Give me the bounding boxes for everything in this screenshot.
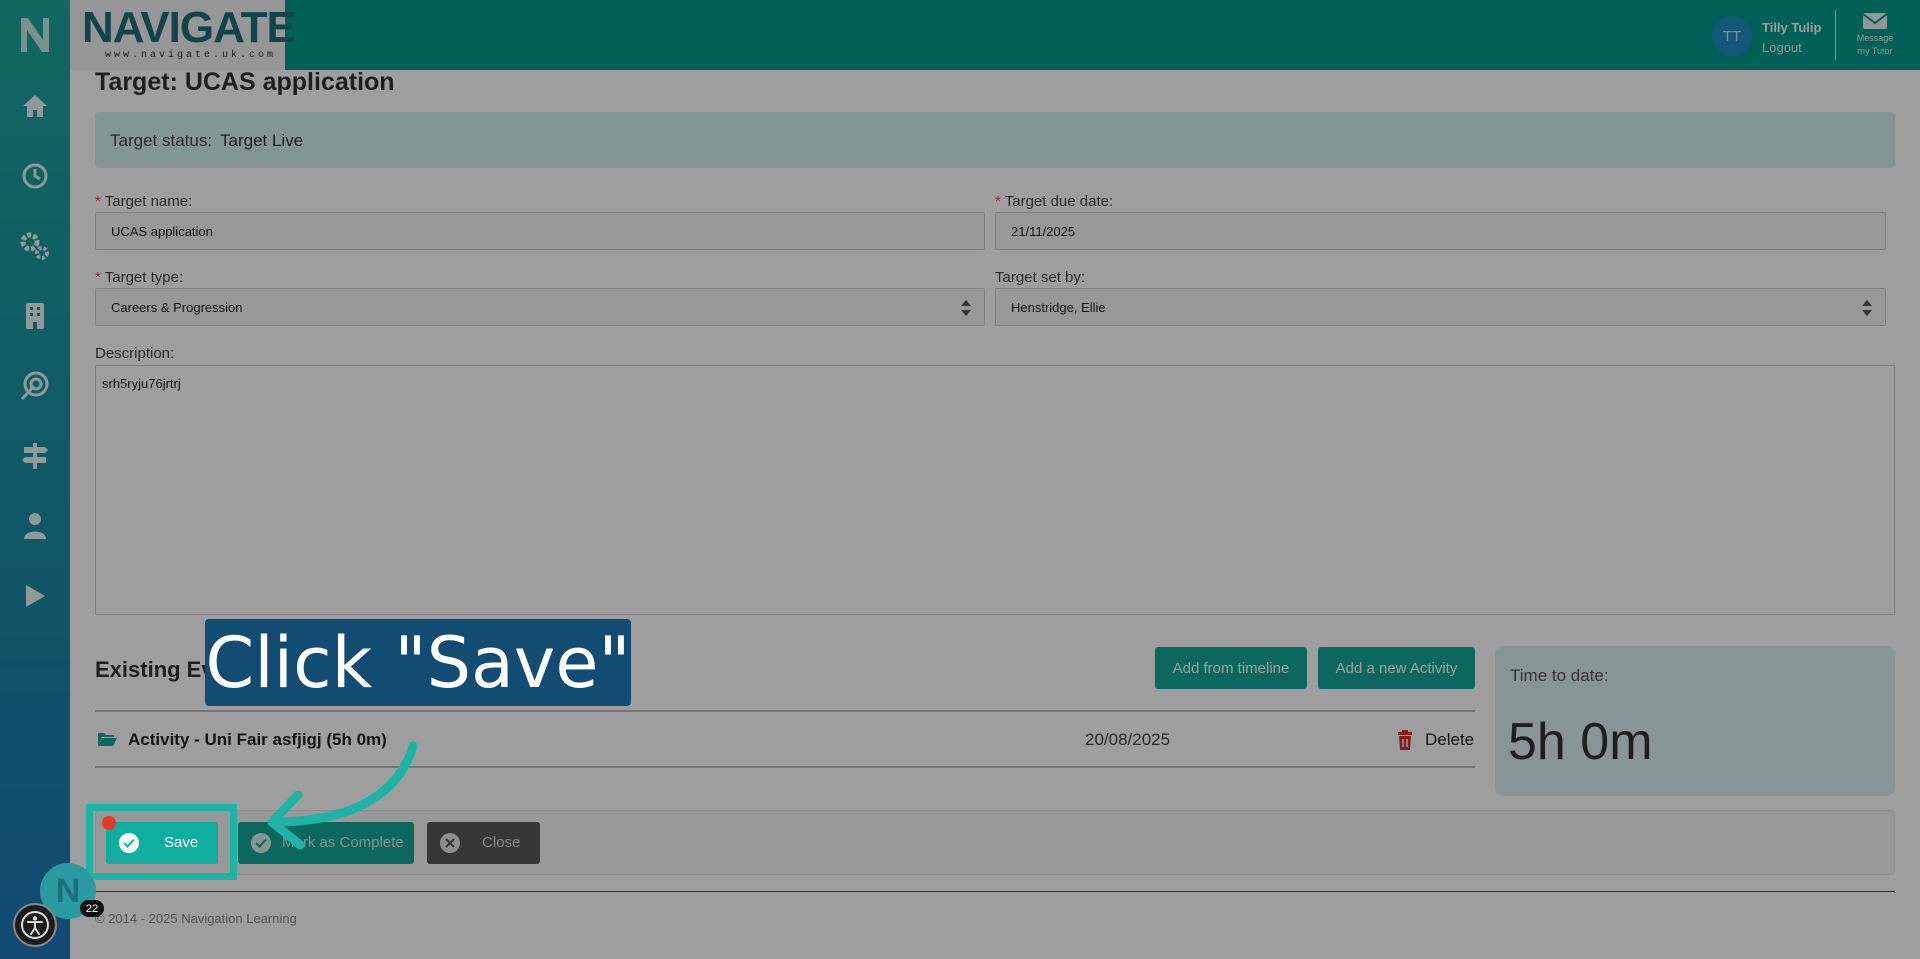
person-icon[interactable] [17,508,53,544]
description-label: Description: [95,345,175,362]
home-icon[interactable] [17,88,53,124]
target-icon[interactable] [17,368,53,404]
logout-link[interactable]: Logout [1762,40,1802,55]
accessibility-icon[interactable] [13,903,57,947]
brand-wordmark: NAVIGATE [82,3,296,52]
due-date-label: * Target due date: [995,193,1114,210]
brand-logo[interactable]: NAVIGATE www.navigate.uk.com [70,0,296,70]
due-date-field[interactable]: 21/11/2025 [995,212,1886,250]
trash-icon[interactable] [1397,730,1413,750]
footer-copyright: © 2014 - 2025 Navigation Learning [95,911,297,926]
target-type-select[interactable]: Careers & Progression [95,288,985,326]
add-new-activity-button[interactable]: Add a new Activity [1318,647,1475,689]
building-icon[interactable] [17,298,53,334]
close-button[interactable]: Close [427,822,540,864]
select-arrows-icon [961,300,971,316]
signpost-icon[interactable] [17,438,53,474]
message-tutor-button[interactable]: Message my Tutor [1852,12,1898,58]
notification-count-badge: 22 [80,900,104,917]
page-title: Target: UCAS application [95,68,395,96]
set-by-value: Henstridge, Ellie [1011,300,1106,315]
brand-url: www.navigate.uk.com [105,50,277,61]
avatar[interactable]: TT [1712,16,1752,56]
add-from-timeline-button[interactable]: Add from timeline [1155,647,1307,689]
existing-evidence-title: Existing Ev [95,657,214,682]
clock-icon[interactable] [17,158,53,194]
delete-activity-button[interactable]: Delete [1425,730,1474,750]
top-header: NAVIGATE www.navigate.uk.com TT Tilly Tu… [70,0,1920,70]
target-type-value: Careers & Progression [111,300,243,315]
close-circle-icon [440,833,460,853]
set-by-select[interactable]: Henstridge, Ellie [995,288,1886,326]
gears-icon[interactable] [17,228,53,264]
time-value: 5h 0m [1508,713,1653,771]
target-type-label: * Target type: [95,269,184,286]
activity-date: 20/08/2025 [1085,730,1171,749]
target-name-label: * Target name: [95,193,193,210]
description-textarea[interactable]: srh5ryju76jrtrj [95,365,1895,615]
navigate-n-logo [18,14,52,54]
message-tutor-line1: Message [1856,33,1894,43]
message-tutor-line2: my Tutor [1857,46,1893,56]
footer-divider [95,891,1895,892]
target-status-box: Target status: Target Live [95,112,1895,168]
folder-open-icon [98,733,117,746]
envelope-icon [1862,13,1888,29]
header-divider [1835,10,1836,60]
select-arrows-icon [1862,300,1872,316]
play-icon[interactable] [17,578,53,614]
time-label: Time to date: [1510,666,1609,685]
close-label: Close [482,834,521,851]
click-indicator-dot [102,816,116,830]
time-to-date-box: Time to date: 5h 0m [1495,646,1895,796]
pointer-arrow-icon [267,741,418,850]
status-value: Target Live [220,131,304,150]
tutorial-callout: Click "Save" [205,619,631,706]
status-label: Target status: [110,131,213,150]
sidebar [0,0,70,959]
user-name: Tilly Tulip [1762,20,1822,35]
target-name-field[interactable]: UCAS application [95,212,985,250]
set-by-label: Target set by: [995,269,1086,286]
